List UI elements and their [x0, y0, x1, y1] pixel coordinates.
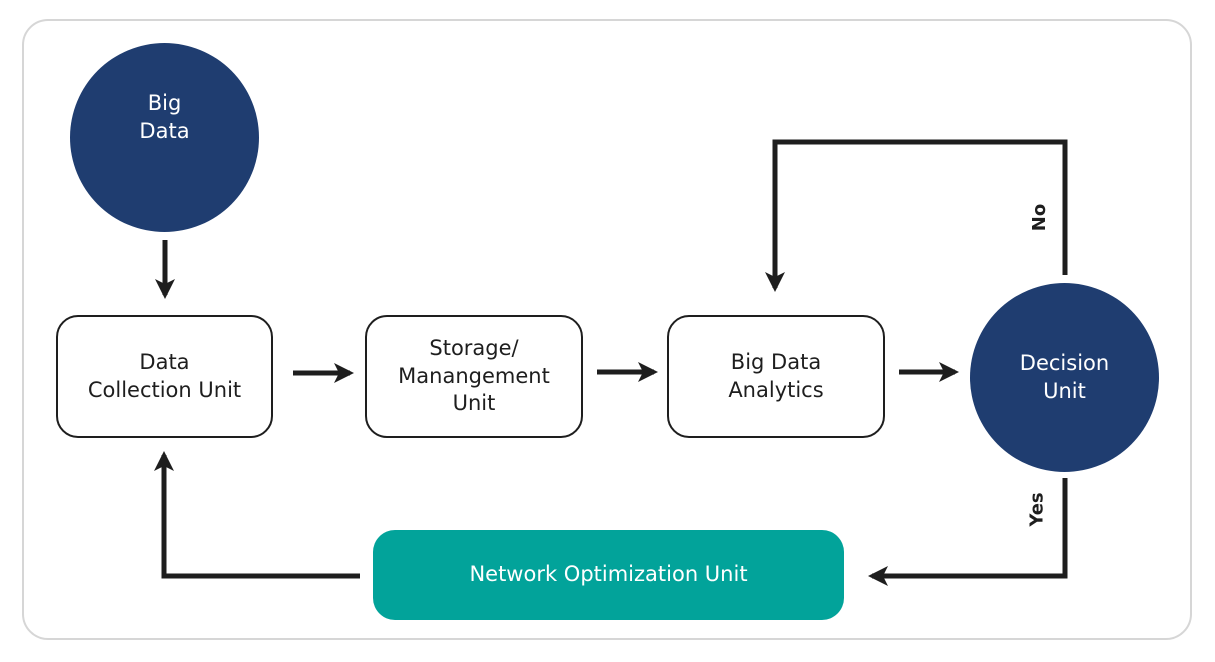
node-network-line1: Network Optimization Unit [469, 562, 748, 587]
node-decision-line1: Decision [1019, 350, 1110, 375]
node-storage-line1: Storage/ [429, 335, 519, 360]
edge-label-no: No [1029, 203, 1051, 232]
node-data-collection-unit: Data Collection Unit [56, 315, 273, 438]
node-big-data-line1: Big [147, 90, 182, 115]
node-big-data: Big Data [70, 43, 259, 232]
node-storage-line3: Unit [452, 391, 496, 416]
node-data-collection-line2: Collection Unit [87, 377, 242, 402]
node-analytics-line2: Analytics [728, 377, 824, 402]
node-decision-unit: Decision Unit [970, 283, 1159, 472]
arrow-no-loop [765, 139, 1068, 292]
node-storage-line2: Manangement [398, 363, 550, 388]
edge-label-yes: Yes [1026, 492, 1048, 527]
node-data-collection-line1: Data [139, 349, 190, 374]
arrow-network-to-collection [154, 451, 360, 579]
node-storage-management-unit: Storage/ Manangement Unit [365, 315, 583, 438]
node-decision-line2: Unit [1043, 378, 1086, 403]
node-big-data-analytics: Big Data Analytics [667, 315, 885, 438]
node-big-data-line2: Data [139, 118, 190, 143]
node-analytics-line1: Big Data [730, 349, 822, 374]
node-network-optimization-unit: Network Optimization Unit [373, 530, 844, 620]
